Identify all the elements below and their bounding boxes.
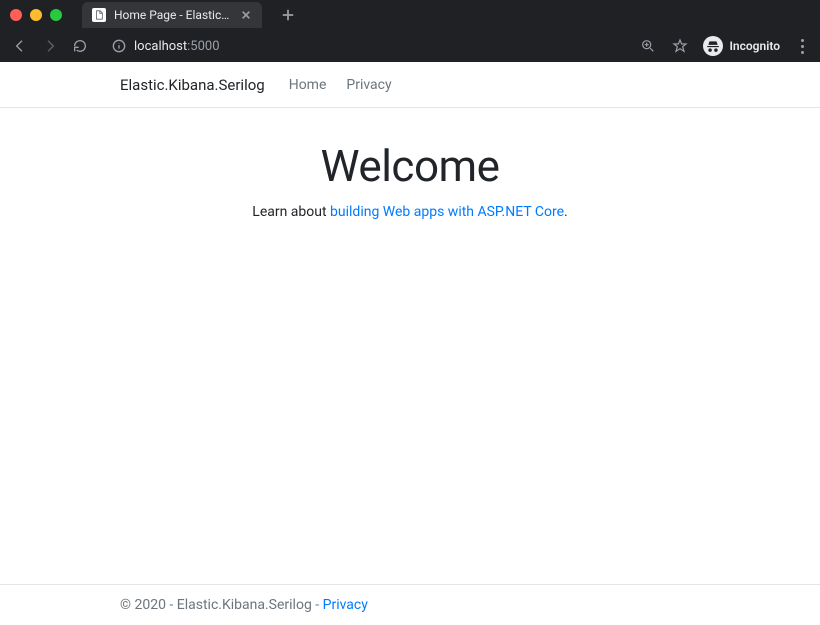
page-viewport: Elastic.Kibana.Serilog Home Privacy Welc… [0,62,820,625]
page-title: Welcome [321,140,500,192]
lead-suffix: . [564,204,568,220]
browser-menu-button[interactable] [794,39,810,54]
main-content: Welcome Learn about building Web apps wi… [0,108,820,584]
footer-privacy-link[interactable]: Privacy [323,597,368,613]
nav-home-link[interactable]: Home [289,77,327,93]
site-info-icon[interactable] [112,39,126,53]
site-navbar: Elastic.Kibana.Serilog Home Privacy [0,62,820,108]
browser-chrome: Home Page - Elastic.Kibana.Se localhost:… [0,0,820,62]
reload-button[interactable] [70,36,90,56]
url-text: localhost:5000 [134,39,220,54]
toolbar-actions: Incognito [639,36,810,56]
site-footer: © 2020 - Elastic.Kibana.Serilog - Privac… [0,584,820,625]
window-controls [10,9,62,21]
footer-text: © 2020 - Elastic.Kibana.Serilog - [120,597,323,613]
incognito-icon [703,36,723,56]
nav-privacy-link[interactable]: Privacy [346,77,391,93]
incognito-label: Incognito [729,39,780,53]
zoom-icon[interactable] [639,37,657,55]
close-icon[interactable] [240,9,252,21]
window-minimize-button[interactable] [30,9,42,21]
new-tab-button[interactable] [276,3,300,27]
aspnet-docs-link[interactable]: building Web apps with ASP.NET Core [330,204,564,220]
browser-tab[interactable]: Home Page - Elastic.Kibana.Se [82,2,262,28]
incognito-badge[interactable]: Incognito [703,36,780,56]
window-maximize-button[interactable] [50,9,62,21]
tab-title: Home Page - Elastic.Kibana.Se [114,8,232,22]
lead-prefix: Learn about [252,204,330,220]
back-button[interactable] [10,36,30,56]
window-close-button[interactable] [10,9,22,21]
browser-toolbar: localhost:5000 Incognito [0,30,820,62]
bookmark-icon[interactable] [671,37,689,55]
lead-text: Learn about building Web apps with ASP.N… [252,204,567,220]
brand-link[interactable]: Elastic.Kibana.Serilog [120,76,265,94]
page-icon [92,8,106,22]
address-bar[interactable]: localhost:5000 [100,33,619,59]
tab-strip: Home Page - Elastic.Kibana.Se [0,0,820,30]
forward-button[interactable] [40,36,60,56]
